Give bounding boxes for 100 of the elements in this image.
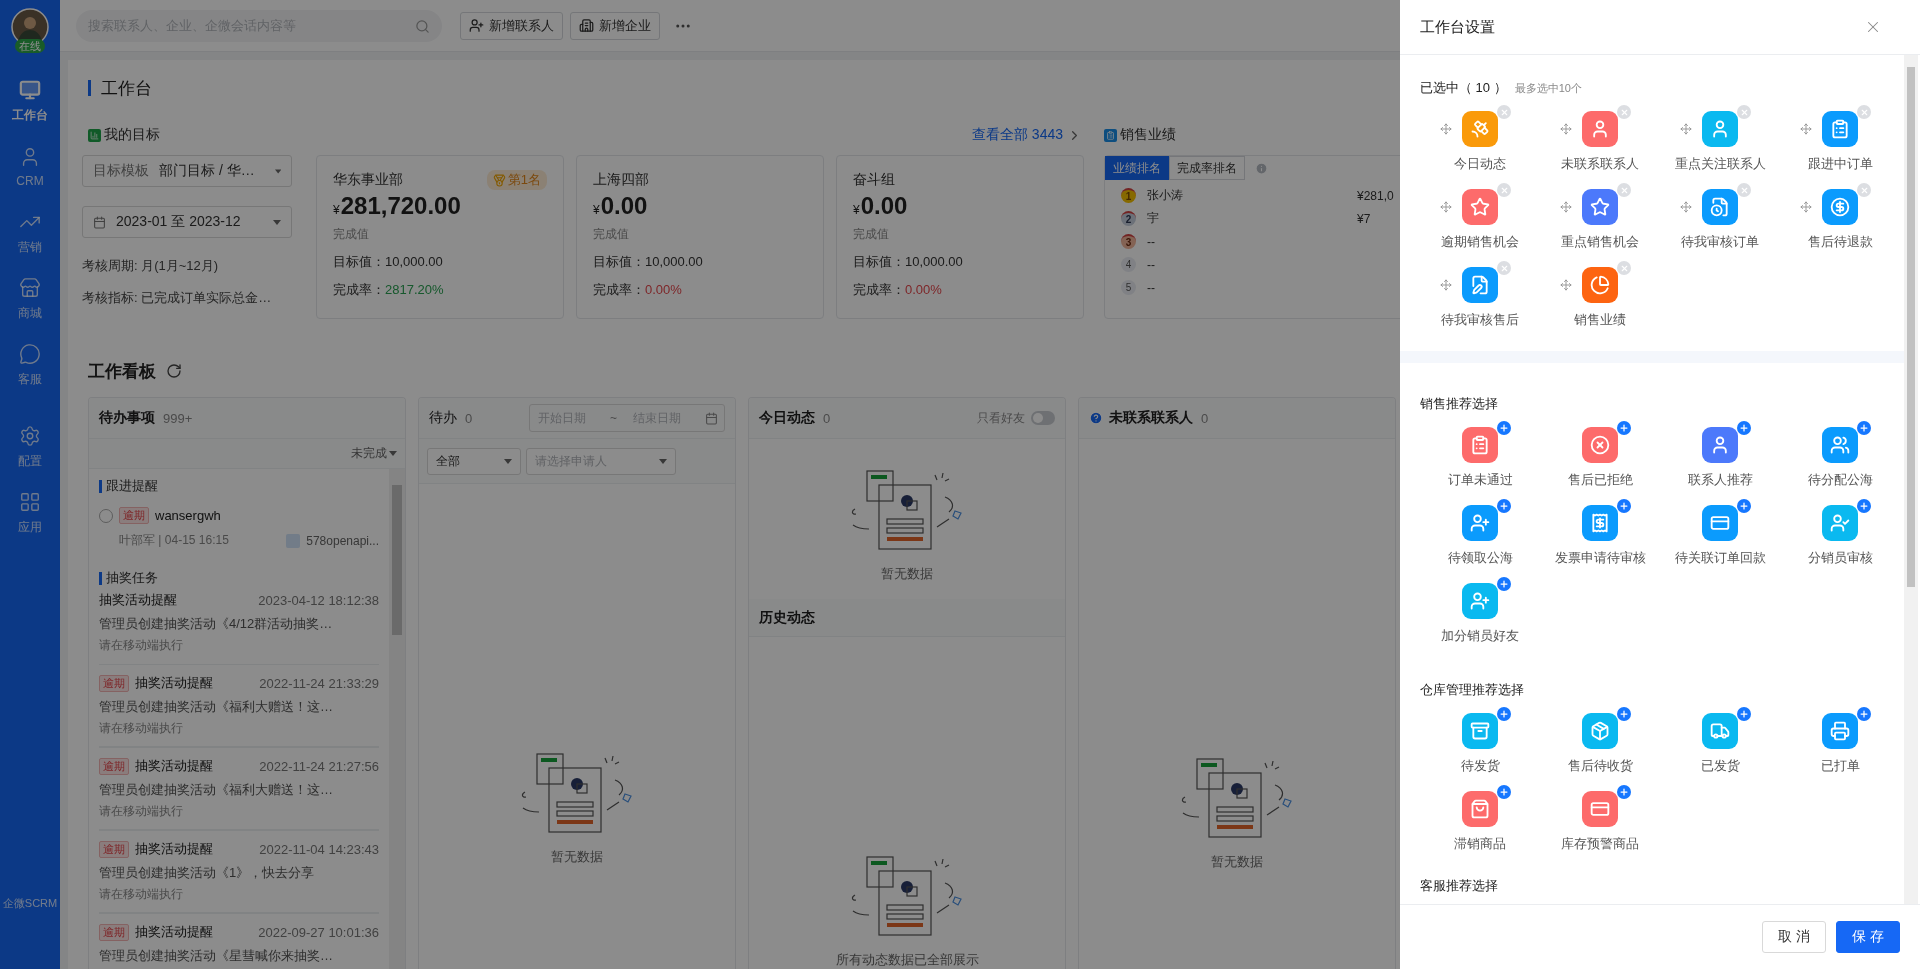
widget-label: 待关联订单回款 bbox=[1674, 549, 1766, 567]
toolbar-button[interactable]: 新增企业 bbox=[570, 11, 660, 40]
ranking-name: -- bbox=[1147, 234, 1156, 249]
add-icon[interactable] bbox=[1737, 707, 1751, 721]
nav-item[interactable]: 客服 bbox=[0, 332, 60, 398]
widget-label: 已打单 bbox=[1820, 757, 1860, 775]
move-icon[interactable] bbox=[1440, 123, 1452, 135]
ranking-name: -- bbox=[1147, 280, 1156, 295]
move-icon[interactable] bbox=[1560, 279, 1572, 291]
column-count: 999+ bbox=[163, 410, 193, 426]
radio[interactable] bbox=[99, 508, 113, 523]
type-select[interactable]: 全部 bbox=[427, 447, 521, 475]
widget-label: 加分销员好友 bbox=[1441, 627, 1519, 645]
refresh-icon[interactable] bbox=[166, 363, 182, 379]
target-value: 目标值：10,000.00 bbox=[333, 253, 444, 271]
item-description: 管理员创建抽奖活动《星彗喊你来抽奖… bbox=[99, 947, 334, 965]
widget-label: 重点销售机会 bbox=[1561, 233, 1639, 251]
ranking-amount: ¥7 bbox=[1357, 211, 1371, 226]
item-meta: 叶部军 | 04-15 16:15 bbox=[119, 532, 229, 549]
add-icon[interactable] bbox=[1497, 499, 1511, 513]
add-icon[interactable] bbox=[1497, 785, 1511, 799]
move-icon[interactable] bbox=[1440, 279, 1452, 291]
nav-item[interactable]: 配置 bbox=[0, 414, 60, 480]
move-icon[interactable] bbox=[1560, 201, 1572, 213]
widget-label: 待分配公海 bbox=[1807, 471, 1873, 489]
add-icon[interactable] bbox=[1737, 499, 1751, 513]
add-icon[interactable] bbox=[1857, 421, 1871, 435]
caret-icon bbox=[274, 168, 281, 174]
caret-icon bbox=[273, 219, 281, 225]
amount-label: 完成值 bbox=[853, 226, 890, 243]
widget-label: 库存预警商品 bbox=[1561, 835, 1639, 853]
item-time: 2022-09-27 10:01:36 bbox=[258, 924, 379, 940]
group-title: 抽奖任务 bbox=[106, 569, 158, 587]
nav-item[interactable]: 工作台 bbox=[0, 68, 60, 134]
toggle-switch[interactable] bbox=[1031, 411, 1055, 425]
item-note: 请在移动端执行 bbox=[99, 720, 184, 737]
item-note: 请在移动端执行 bbox=[99, 803, 184, 820]
empty-text: 暂无数据 bbox=[1211, 853, 1263, 871]
move-icon[interactable] bbox=[1440, 201, 1452, 213]
nav-item[interactable]: CRM bbox=[0, 134, 60, 200]
widget-label: 发票申请待审核 bbox=[1554, 549, 1646, 567]
card-title: 上海四部 bbox=[593, 171, 649, 189]
medal-icon bbox=[492, 173, 506, 187]
move-icon[interactable] bbox=[1560, 123, 1572, 135]
column-title: 未联系联系人 bbox=[1109, 409, 1193, 427]
ranking-tab[interactable]: 业绩排名 bbox=[1105, 156, 1169, 180]
status-badge: 在线 bbox=[15, 39, 45, 53]
search-icon bbox=[415, 18, 430, 34]
item-description: 管理员创建抽奖活动《4/12群活动抽奖… bbox=[99, 615, 334, 633]
rank-tag: 第1名 bbox=[486, 170, 547, 190]
move-icon[interactable] bbox=[1800, 201, 1812, 213]
widget-label: 今日动态 bbox=[1454, 155, 1506, 173]
add-icon[interactable] bbox=[1857, 707, 1871, 721]
item-description: 管理员创建抽奖活动《福利大赠送！这… bbox=[99, 781, 334, 799]
widget-label: 待我审核售后 bbox=[1441, 311, 1519, 329]
section-title: 销售业绩 bbox=[1120, 126, 1176, 144]
add-icon[interactable] bbox=[1737, 421, 1751, 435]
item-title: 抽奖活动提醒 bbox=[135, 757, 213, 775]
status-filter[interactable]: 未完成 bbox=[351, 445, 397, 462]
template-select[interactable]: 目标模板 部门目标 / 华… bbox=[82, 155, 292, 187]
widget-label: 跟进中订单 bbox=[1807, 155, 1873, 173]
section-hint: 最多选中10个 bbox=[1514, 81, 1582, 96]
widget-label: 订单未通过 bbox=[1447, 471, 1513, 489]
item-title: 抽奖活动提醒 bbox=[99, 591, 177, 609]
ranking-tab[interactable]: 完成率排名 bbox=[1169, 156, 1245, 180]
widget-label: 售后已拒绝 bbox=[1567, 471, 1633, 489]
nav-item[interactable]: 商城 bbox=[0, 266, 60, 332]
add-icon[interactable] bbox=[1617, 421, 1631, 435]
user-plus-icon bbox=[469, 18, 484, 33]
overdue-tag: 逾期 bbox=[99, 757, 129, 775]
amount-value: ¥0.00 bbox=[593, 192, 649, 220]
column-title: 今日动态 bbox=[759, 409, 815, 427]
view-all-link[interactable]: 查看全部 3443 bbox=[971, 126, 1082, 144]
completion-rate: 完成率：2817.20% bbox=[333, 281, 445, 299]
brand-logo: 企微SCRM bbox=[2, 896, 58, 911]
item-time: 2022-11-24 21:33:29 bbox=[259, 675, 379, 691]
add-icon[interactable] bbox=[1617, 785, 1631, 799]
toolbar-button[interactable]: 新增联系人 bbox=[460, 11, 563, 40]
move-icon[interactable] bbox=[1800, 123, 1812, 135]
add-icon[interactable] bbox=[1497, 421, 1511, 435]
move-icon[interactable] bbox=[1680, 201, 1692, 213]
save-button[interactable]: 保 存 bbox=[1836, 921, 1900, 953]
date-range-select[interactable]: 2023-01 至 2023-12 bbox=[82, 206, 292, 238]
empty-text: 暂无数据 bbox=[881, 565, 933, 583]
add-icon[interactable] bbox=[1857, 499, 1871, 513]
info-icon bbox=[1255, 161, 1268, 175]
add-icon[interactable] bbox=[1497, 577, 1511, 591]
overdue-tag: 逾期 bbox=[119, 507, 149, 524]
overdue-tag: 逾期 bbox=[99, 923, 129, 941]
widget-label: 销售业绩 bbox=[1574, 311, 1626, 329]
company-name: 578openapi... bbox=[306, 533, 379, 548]
move-icon[interactable] bbox=[1680, 123, 1692, 135]
item-title: wansergwh bbox=[155, 508, 221, 523]
nav-item[interactable]: 应用 bbox=[0, 480, 60, 546]
add-icon[interactable] bbox=[1497, 707, 1511, 721]
nav-item[interactable]: 营销 bbox=[0, 200, 60, 266]
cancel-button[interactable]: 取 消 bbox=[1762, 921, 1826, 953]
add-icon[interactable] bbox=[1617, 707, 1631, 721]
section-title: 我的目标 bbox=[104, 126, 160, 144]
add-icon[interactable] bbox=[1617, 499, 1631, 513]
